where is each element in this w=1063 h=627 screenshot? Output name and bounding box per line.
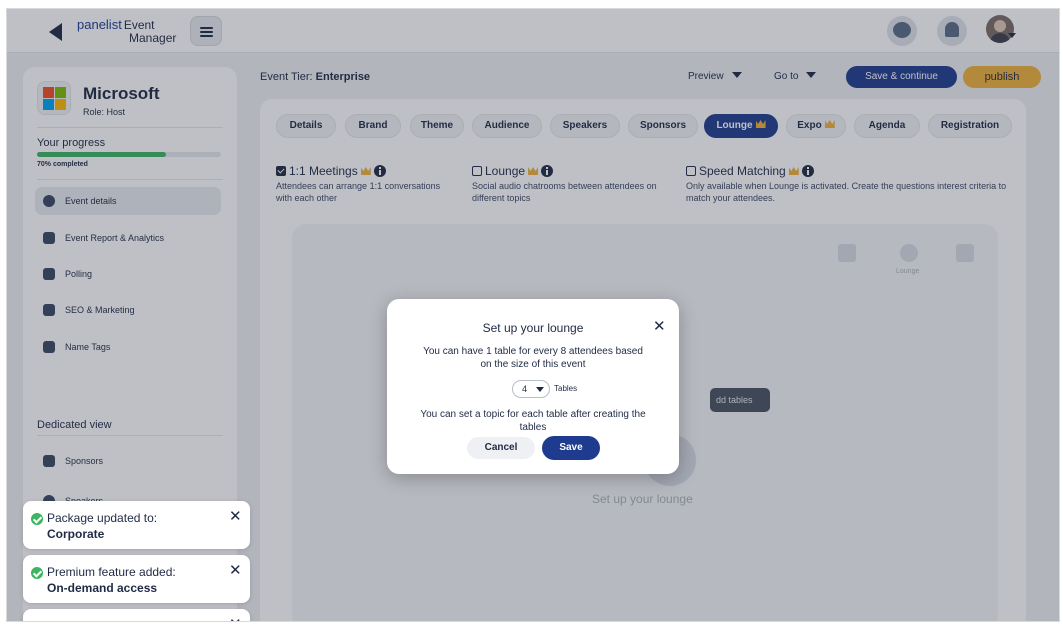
save-button[interactable]: Save [542,436,600,460]
toast-premium-feature: Premium feature added: On-demand access … [23,555,250,603]
tables-label: Tables [554,384,578,393]
check-circle-icon [31,513,43,525]
modal-info-text: You can have 1 table for every 8 attende… [423,346,643,370]
modal-topic-text: You can set a topic for each table after… [420,409,646,433]
app-frame: panelist Event Manager Microsoft Role: Ho… [6,8,1060,622]
tables-count-select[interactable]: 4 [512,380,550,398]
close-icon[interactable]: ✕ [653,317,666,335]
setup-lounge-modal: Set up your lounge ✕ You can have 1 tabl… [387,299,679,474]
toast-line1: Package updated to: [47,511,158,525]
cancel-button[interactable]: Cancel [467,437,535,459]
toast-line1: Premium feature added: [47,565,176,579]
toast-line2: On-demand access [47,581,158,595]
toast-package-updated: Package updated to: Corporate ✕ [23,501,250,549]
check-circle-icon [31,567,43,579]
modal-title: Set up your lounge [482,321,584,335]
toast-line2: Corporate [47,527,105,541]
close-icon[interactable]: ✕ [229,507,242,525]
close-icon[interactable]: ✕ [229,615,242,621]
tables-count-value: 4 [522,384,528,394]
close-icon[interactable]: ✕ [229,561,242,579]
toast-partial: ✕ [23,609,250,621]
